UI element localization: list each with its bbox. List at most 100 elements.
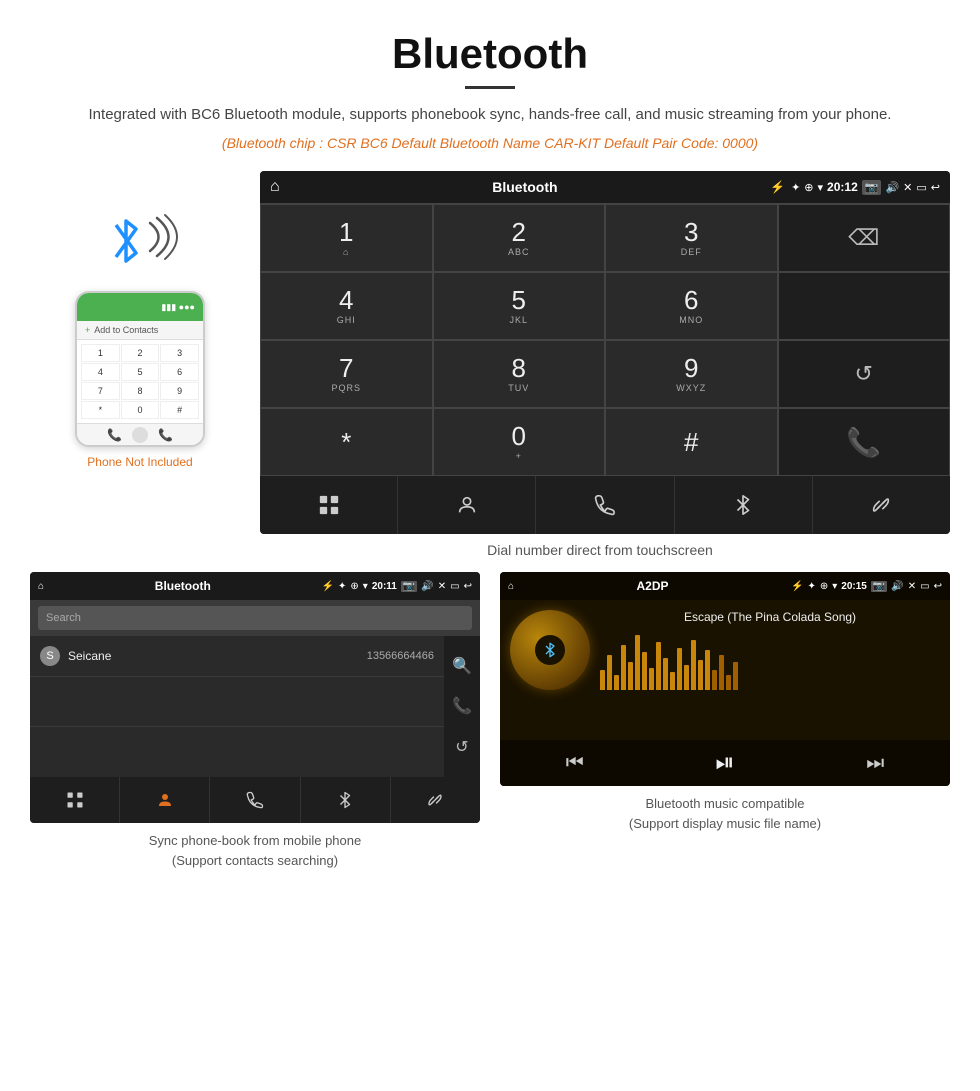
key-4-num: 4 <box>339 287 353 313</box>
pb-close-icon[interactable]: ✕ <box>438 581 446 592</box>
action-contacts-btn[interactable] <box>398 476 536 534</box>
phone-key-1[interactable]: 1 <box>81 344 120 362</box>
dialpad-screen: ⌂ Bluetooth ⚡ ✦ ⊕ ▾ 20:12 📷 🔊 ✕ ▭ ↩ 1 ⌂ <box>260 171 950 534</box>
phone-key-7[interactable]: 7 <box>81 382 120 400</box>
dialpad-backspace-cell[interactable]: ⌫ <box>778 204 951 272</box>
camera-icon[interactable]: 📷 <box>862 180 882 195</box>
dialpad-status-bar: ⌂ Bluetooth ⚡ ✦ ⊕ ▾ 20:12 📷 🔊 ✕ ▭ ↩ <box>260 171 950 203</box>
person-icon <box>456 494 478 516</box>
pb-contact-row[interactable]: S Seicane 13566664466 <box>30 636 444 677</box>
phone-home-btn[interactable] <box>132 427 148 443</box>
volume-icon[interactable]: 🔊 <box>885 181 899 194</box>
pb-apps-icon <box>66 791 84 809</box>
dialpad-key-4[interactable]: 4 GHI <box>260 272 433 340</box>
action-apps-btn[interactable] <box>260 476 398 534</box>
pb-btn-link[interactable] <box>391 777 480 823</box>
phone-key-9[interactable]: 9 <box>160 382 199 400</box>
pb-refresh-icon[interactable]: ↺ <box>455 737 468 757</box>
pb-min-icon[interactable]: ▭ <box>450 581 459 592</box>
pb-empty-row-1 <box>30 677 444 727</box>
next-track-btn[interactable]: ⏭ <box>866 752 884 775</box>
phone-key-4[interactable]: 4 <box>81 363 120 381</box>
phonebook-caption: Sync phone-book from mobile phone (Suppo… <box>149 831 361 870</box>
pb-back-icon[interactable]: ↩ <box>464 581 472 592</box>
music-caption: Bluetooth music compatible (Support disp… <box>629 794 821 833</box>
dialpad-key-9[interactable]: 9 WXYZ <box>605 340 778 408</box>
pb-usb-icon: ⚡ <box>322 581 334 592</box>
dialpad-key-8[interactable]: 8 TUV <box>433 340 606 408</box>
music-time: 20:15 <box>841 581 867 592</box>
action-bluetooth-btn[interactable] <box>675 476 813 534</box>
music-home-icon[interactable]: ⌂ <box>508 581 514 592</box>
pb-vol-icon[interactable]: 🔊 <box>421 581 433 592</box>
bottom-screenshots: ⌂ Bluetooth ⚡ ✦ ⊕ ▾ 20:11 📷 🔊 ✕ ▭ ↩ Sear… <box>0 572 980 890</box>
dialpad-key-star[interactable]: * <box>260 408 433 476</box>
album-art-inner <box>535 635 565 665</box>
back-icon[interactable]: ↩ <box>931 181 940 194</box>
phone-key-hash[interactable]: # <box>160 401 199 419</box>
music-camera-icon[interactable]: 📷 <box>871 581 887 592</box>
pb-person-icon <box>156 791 174 809</box>
dialpad-key-1[interactable]: 1 ⌂ <box>260 204 433 272</box>
bluetooth-action-icon <box>732 494 754 516</box>
pb-btn-bluetooth[interactable] <box>301 777 391 823</box>
dialpad-key-hash[interactable]: # <box>605 408 778 476</box>
key-star-num: * <box>341 429 351 455</box>
phone-end-icon[interactable]: 📞 <box>158 428 173 442</box>
phone-key-3[interactable]: 3 <box>160 344 199 362</box>
dialpad-key-6[interactable]: 6 MNO <box>605 272 778 340</box>
dialpad-key-3[interactable]: 3 DEF <box>605 204 778 272</box>
minimize-icon[interactable]: ▭ <box>916 181 926 194</box>
gps-icon: ⊕ <box>804 181 813 194</box>
music-min-icon[interactable]: ▭ <box>920 581 929 592</box>
music-vol-icon[interactable]: 🔊 <box>891 581 903 592</box>
pb-main: S Seicane 13566664466 <box>30 636 444 777</box>
phone-key-5[interactable]: 5 <box>121 363 160 381</box>
pb-home-icon[interactable]: ⌂ <box>38 581 44 592</box>
dialpad-key-7[interactable]: 7 PQRS <box>260 340 433 408</box>
phone-key-0[interactable]: 0 <box>121 401 160 419</box>
key-2-num: 2 <box>512 219 526 245</box>
phone-call-icon[interactable]: 📞 <box>107 428 122 442</box>
action-phone-btn[interactable] <box>536 476 674 534</box>
dialpad-key-0[interactable]: 0 + <box>433 408 606 476</box>
pb-camera-icon[interactable]: 📷 <box>401 581 417 592</box>
key-8-num: 8 <box>512 355 526 381</box>
music-bt-inner-icon <box>542 642 558 658</box>
dialpad-green-call-cell[interactable]: 📞 <box>778 408 951 476</box>
eq-bar-4 <box>621 645 626 690</box>
music-back-icon[interactable]: ↩ <box>934 581 942 592</box>
signal-waves-icon <box>145 209 190 264</box>
eq-bar-19 <box>726 675 731 690</box>
key-1-sub: ⌂ <box>343 247 349 257</box>
phone-key-2[interactable]: 2 <box>121 344 160 362</box>
pb-call-icon[interactable]: 📞 <box>452 696 472 716</box>
dialpad-key-5[interactable]: 5 JKL <box>433 272 606 340</box>
phone-icon <box>594 494 616 516</box>
key-6-num: 6 <box>684 287 698 313</box>
pb-btn-phone[interactable] <box>210 777 300 823</box>
key-5-sub: JKL <box>509 315 528 325</box>
pb-search-icon[interactable]: 🔍 <box>452 656 472 676</box>
action-link-btn[interactable] <box>813 476 950 534</box>
pb-search-bar: Search <box>30 600 480 636</box>
pb-btn-contacts[interactable] <box>120 777 210 823</box>
music-close-icon[interactable]: ✕ <box>908 581 916 592</box>
dialpad-key-2[interactable]: 2 ABC <box>433 204 606 272</box>
phone-add-contacts: + Add to Contacts <box>77 321 203 340</box>
play-pause-btn[interactable]: ⏯ <box>715 749 734 777</box>
phone-key-8[interactable]: 8 <box>121 382 160 400</box>
pb-search-input[interactable]: Search <box>38 606 472 630</box>
home-icon[interactable]: ⌂ <box>270 178 280 196</box>
phonebook-caption-line2: (Support contacts searching) <box>172 853 338 868</box>
dialpad-redial-cell[interactable]: ↺ <box>778 340 951 408</box>
pb-empty-row-2 <box>30 727 444 777</box>
close-icon[interactable]: ✕ <box>903 181 912 194</box>
bluetooth-illustration <box>90 201 190 281</box>
backspace-icon: ⌫ <box>848 225 879 251</box>
phone-key-6[interactable]: 6 <box>160 363 199 381</box>
key-0-num: 0 <box>512 423 526 449</box>
prev-track-btn[interactable]: ⏮ <box>566 752 584 775</box>
phone-key-star[interactable]: * <box>81 401 120 419</box>
pb-btn-apps[interactable] <box>30 777 120 823</box>
